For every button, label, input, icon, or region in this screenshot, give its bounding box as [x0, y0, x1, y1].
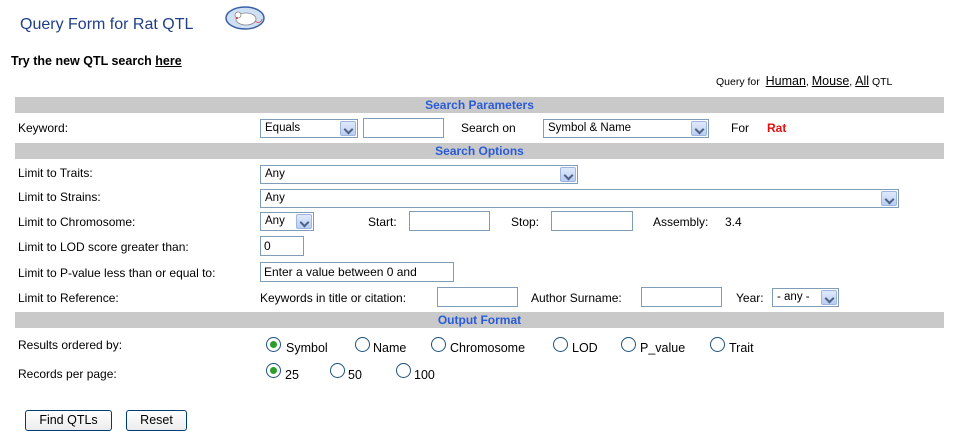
chromosome-select[interactable]: Any: [260, 212, 314, 231]
reset-button[interactable]: Reset: [126, 410, 187, 431]
for-label: For: [731, 121, 749, 135]
strains-select[interactable]: Any: [260, 189, 899, 208]
order-trait-radio[interactable]: [710, 337, 725, 352]
order-pvalue-label: P_value: [640, 341, 686, 355]
order-lod-radio[interactable]: [553, 337, 568, 352]
query-all-link[interactable]: All: [855, 74, 869, 88]
records-50-label: 50: [348, 368, 362, 382]
traits-label: Limit to Traits:: [18, 166, 93, 180]
chevron-down-icon: [821, 290, 837, 305]
order-lod-label: LOD: [572, 341, 598, 355]
query-for-suffix: QTL: [871, 76, 893, 88]
search-on-label: Search on: [461, 121, 516, 135]
ref-author-input[interactable]: [641, 287, 722, 307]
chromosome-label: Limit to Chromosome:: [18, 215, 136, 229]
pvalue-label: Limit to P-value less than or equal to:: [18, 266, 216, 280]
records-25-label: 25: [285, 368, 299, 382]
lod-label: Limit to LOD score greater than:: [18, 240, 189, 254]
traits-value: Any: [265, 168, 285, 180]
search-on-value: Symbol & Name: [548, 122, 632, 134]
search-on-select[interactable]: Symbol & Name: [543, 119, 709, 138]
records-100-radio[interactable]: [396, 363, 411, 378]
chevron-down-icon: [560, 167, 576, 182]
new-search-link[interactable]: here: [155, 54, 181, 68]
ref-keywords-label: Keywords in title or citation:: [260, 291, 407, 305]
output-format-header: Output Format: [15, 312, 944, 328]
keyword-match-value: Equals: [265, 122, 301, 134]
ref-year-label: Year:: [736, 291, 764, 305]
stop-label: Stop:: [511, 215, 540, 229]
rat-logo-icon: [225, 6, 265, 30]
order-chromosome-radio[interactable]: [431, 337, 446, 352]
new-qtl-search-notice: Try the new QTL search here: [11, 54, 182, 68]
order-name-radio[interactable]: [355, 337, 370, 352]
chevron-down-icon: [881, 191, 897, 206]
chevron-down-icon: [691, 121, 707, 136]
start-input[interactable]: [409, 211, 490, 231]
assembly-value: 3.4: [725, 215, 742, 229]
reference-label: Limit to Reference:: [18, 291, 119, 305]
page-title: Query Form for Rat QTL: [20, 16, 194, 33]
strains-value: Any: [265, 192, 285, 204]
order-name-label: Name: [373, 341, 407, 355]
strains-label: Limit to Strains:: [18, 190, 101, 204]
ref-year-select[interactable]: - any -: [772, 288, 839, 307]
order-trait-label: Trait: [729, 341, 754, 355]
stop-input[interactable]: [551, 211, 633, 231]
records-50-radio[interactable]: [330, 363, 345, 378]
species-label: Rat: [767, 121, 787, 135]
order-chromosome-label: Chromosome: [450, 341, 526, 355]
order-symbol-radio[interactable]: [266, 337, 281, 352]
ref-year-value: - any -: [777, 291, 810, 303]
assembly-label: Assembly:: [653, 215, 709, 229]
search-options-header: Search Options: [15, 143, 944, 159]
pvalue-input[interactable]: Enter a value between 0 and: [260, 262, 454, 282]
keyword-match-select[interactable]: Equals: [260, 119, 358, 138]
query-for-links: Query for Human, Mouse, All QTL: [716, 74, 893, 88]
ref-author-label: Author Surname:: [531, 291, 622, 305]
query-human-link[interactable]: Human: [766, 74, 806, 88]
query-mouse-link[interactable]: Mouse: [812, 74, 850, 88]
chevron-down-icon: [296, 214, 312, 229]
chevron-down-icon: [340, 121, 356, 136]
order-pvalue-radio[interactable]: [621, 337, 636, 352]
traits-select[interactable]: Any: [260, 165, 578, 184]
records-label: Records per page:: [18, 367, 117, 381]
order-symbol-label: Symbol: [286, 341, 328, 355]
find-qtls-button[interactable]: Find QTLs: [25, 410, 112, 431]
try-text: Try the new QTL search: [11, 54, 152, 68]
records-100-label: 100: [414, 368, 435, 382]
start-label: Start:: [368, 215, 397, 229]
keyword-label: Keyword:: [18, 121, 69, 135]
lod-input[interactable]: 0: [260, 236, 304, 256]
order-label: Results ordered by:: [18, 338, 123, 352]
chromosome-value: Any: [265, 215, 285, 227]
keyword-input[interactable]: [363, 118, 444, 138]
query-for-prefix: Query for: [716, 76, 760, 88]
search-parameters-header: Search Parameters: [15, 97, 944, 113]
ref-keywords-input[interactable]: [437, 287, 518, 307]
records-25-radio[interactable]: [266, 363, 281, 378]
